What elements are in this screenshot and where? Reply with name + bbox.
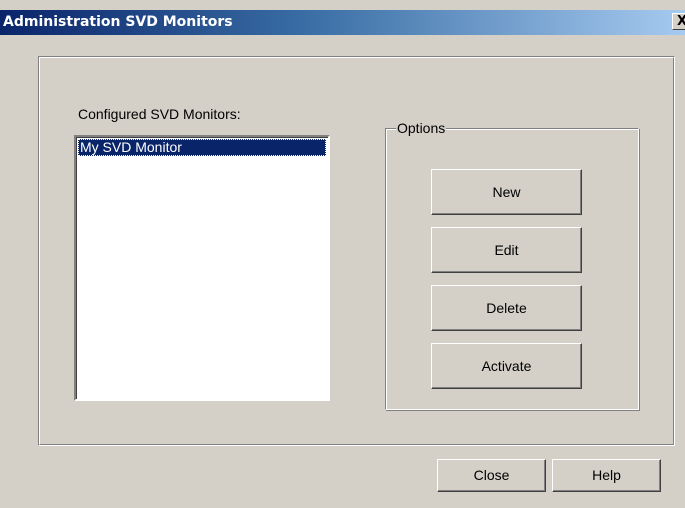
monitors-listbox[interactable]: My SVD Monitor <box>74 135 330 401</box>
edit-button[interactable]: Edit <box>431 227 582 273</box>
dialog-window: Administration SVD Monitors X Configured… <box>0 0 685 508</box>
monitors-list-label: Configured SVD Monitors: <box>78 106 241 122</box>
title-bar[interactable]: Administration SVD Monitors X <box>0 10 685 35</box>
activate-button[interactable]: Activate <box>431 343 582 389</box>
new-button[interactable]: New <box>431 169 582 215</box>
close-button[interactable]: Close <box>437 459 546 492</box>
window-title: Administration SVD Monitors <box>3 14 233 30</box>
help-button[interactable]: Help <box>552 459 661 492</box>
list-item[interactable]: My SVD Monitor <box>78 139 326 156</box>
close-icon[interactable]: X <box>672 13 685 30</box>
options-group-label: Options <box>396 120 447 136</box>
delete-button[interactable]: Delete <box>431 285 582 331</box>
